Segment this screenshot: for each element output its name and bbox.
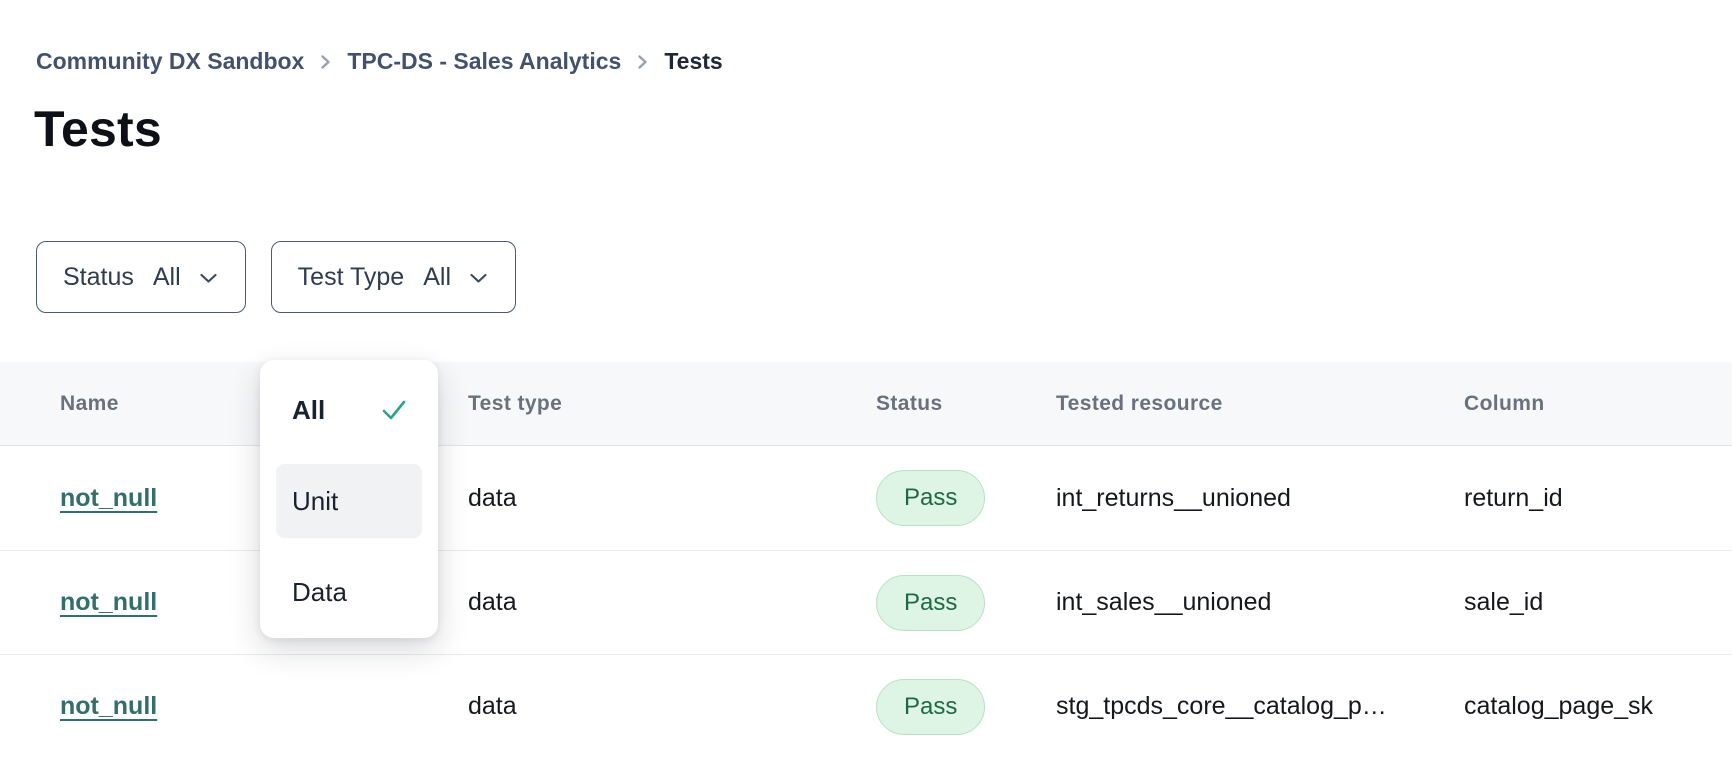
filter-bar: Status All Test Type All — [36, 241, 516, 313]
column-cell: sale_id — [1464, 588, 1732, 617]
column-header-test-type: Test type — [468, 392, 876, 416]
chevron-right-icon — [319, 51, 332, 73]
test-type-cell: data — [468, 692, 876, 721]
status-badge: Pass — [876, 575, 985, 631]
test-name-link[interactable]: not_null — [60, 484, 157, 513]
breadcrumb-item-project[interactable]: TPC-DS - Sales Analytics — [347, 48, 621, 75]
table-row: not_null data Pass stg_tpcds_core__catal… — [0, 654, 1732, 758]
dropdown-item-unit[interactable]: Unit — [276, 464, 422, 538]
tested-resource-cell: int_returns__unioned — [1056, 484, 1464, 513]
status-filter-label: Status — [63, 263, 134, 292]
column-header-status: Status — [876, 392, 1056, 416]
dropdown-item-label: All — [292, 395, 325, 426]
test-name-link[interactable]: not_null — [60, 588, 157, 617]
column-header-column: Column — [1464, 392, 1732, 416]
check-icon — [380, 398, 408, 422]
dropdown-item-all[interactable]: All — [276, 378, 422, 442]
status-badge: Pass — [876, 679, 985, 735]
tested-resource-cell: stg_tpcds_core__catalog_p… — [1056, 692, 1464, 721]
dropdown-item-data[interactable]: Data — [276, 560, 422, 624]
column-cell: return_id — [1464, 484, 1732, 513]
test-type-dropdown-menu: All Unit Data — [260, 360, 438, 638]
column-header-tested-resource: Tested resource — [1056, 392, 1464, 416]
status-badge: Pass — [876, 470, 985, 526]
test-type-filter-value: All — [423, 263, 451, 292]
breadcrumb-item-account[interactable]: Community DX Sandbox — [36, 48, 304, 75]
dropdown-item-label: Data — [292, 577, 347, 608]
breadcrumb: Community DX Sandbox TPC-DS - Sales Anal… — [36, 48, 723, 75]
dropdown-item-label: Unit — [292, 486, 338, 517]
page-title: Tests — [34, 100, 162, 158]
test-type-filter-label: Test Type — [298, 263, 405, 292]
chevron-down-icon — [198, 272, 219, 285]
breadcrumb-item-current: Tests — [664, 48, 722, 75]
test-type-cell: data — [468, 588, 876, 617]
test-type-filter-button[interactable]: Test Type All — [271, 241, 516, 313]
tested-resource-cell: int_sales__unioned — [1056, 588, 1464, 617]
test-name-link[interactable]: not_null — [60, 692, 157, 721]
chevron-right-icon — [636, 51, 649, 73]
column-cell: catalog_page_sk — [1464, 692, 1732, 721]
status-filter-button[interactable]: Status All — [36, 241, 246, 313]
chevron-down-icon — [468, 272, 489, 285]
status-filter-value: All — [153, 263, 181, 292]
test-type-cell: data — [468, 484, 876, 513]
